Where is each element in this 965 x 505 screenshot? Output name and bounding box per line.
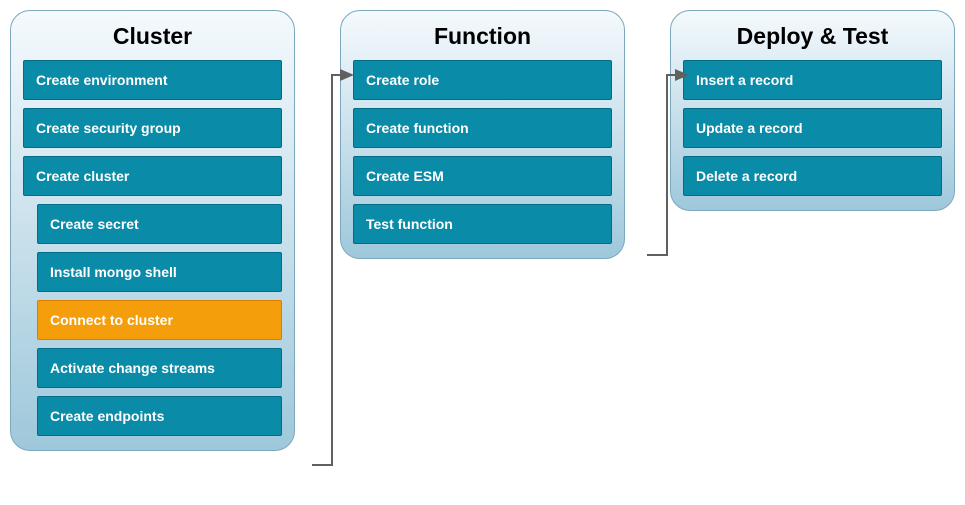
panel-cluster: Cluster Create environment Create securi… [10, 10, 295, 451]
panel-deploy-test: Deploy & Test Insert a record Update a r… [670, 10, 955, 211]
step-connect-to-cluster: Connect to cluster [37, 300, 282, 340]
step-create-secret: Create secret [37, 204, 282, 244]
panel-function: Function Create role Create function Cre… [340, 10, 625, 259]
step-create-role: Create role [353, 60, 612, 100]
step-create-security-group: Create security group [23, 108, 282, 148]
step-delete-record: Delete a record [683, 156, 942, 196]
step-install-mongo-shell: Install mongo shell [37, 252, 282, 292]
step-test-function: Test function [353, 204, 612, 244]
step-insert-record: Insert a record [683, 60, 942, 100]
step-update-record: Update a record [683, 108, 942, 148]
step-create-esm: Create ESM [353, 156, 612, 196]
step-create-environment: Create environment [23, 60, 282, 100]
step-create-function: Create function [353, 108, 612, 148]
diagram-container: Cluster Create environment Create securi… [10, 10, 955, 451]
step-activate-change-streams: Activate change streams [37, 348, 282, 388]
panel-title-function: Function [353, 21, 612, 50]
panel-title-cluster: Cluster [23, 21, 282, 50]
panel-title-deploy-test: Deploy & Test [683, 21, 942, 50]
step-create-endpoints: Create endpoints [37, 396, 282, 436]
step-create-cluster: Create cluster [23, 156, 282, 196]
